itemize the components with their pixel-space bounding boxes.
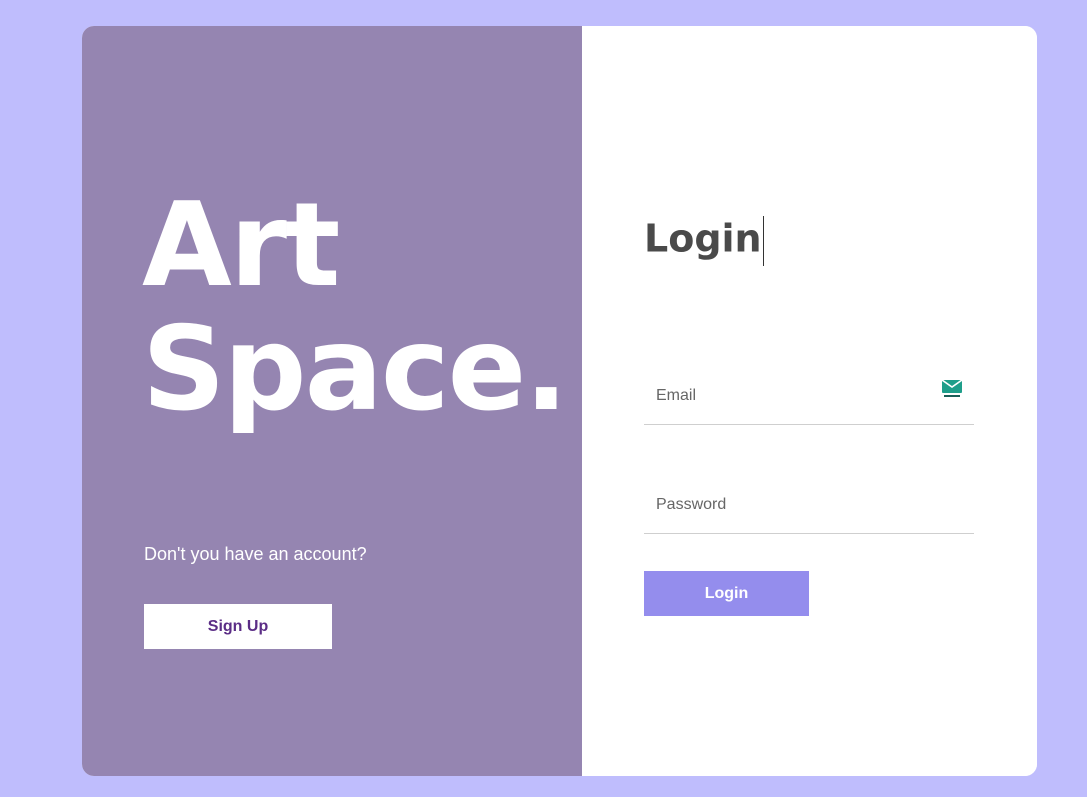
password-field-container [644,477,974,534]
login-panel: Login Login [582,26,1037,776]
envelope-icon[interactable] [942,380,962,398]
brand-line-2: Space. [142,302,568,437]
text-caret [762,216,764,266]
email-input[interactable] [644,368,974,424]
email-field-container [644,368,974,425]
signup-button[interactable]: Sign Up [144,604,332,649]
brand-panel: Art Space. Don't you have an account? Si… [82,26,582,776]
login-button[interactable]: Login [644,571,809,616]
brand-line-1: Art [142,178,340,313]
login-title: Login [644,216,764,266]
login-title-text: Login [644,216,762,261]
auth-card: Art Space. Don't you have an account? Si… [82,26,1037,776]
password-input[interactable] [644,477,974,533]
brand-title: Art Space. [142,178,568,437]
signup-prompt: Don't you have an account? [144,544,367,564]
